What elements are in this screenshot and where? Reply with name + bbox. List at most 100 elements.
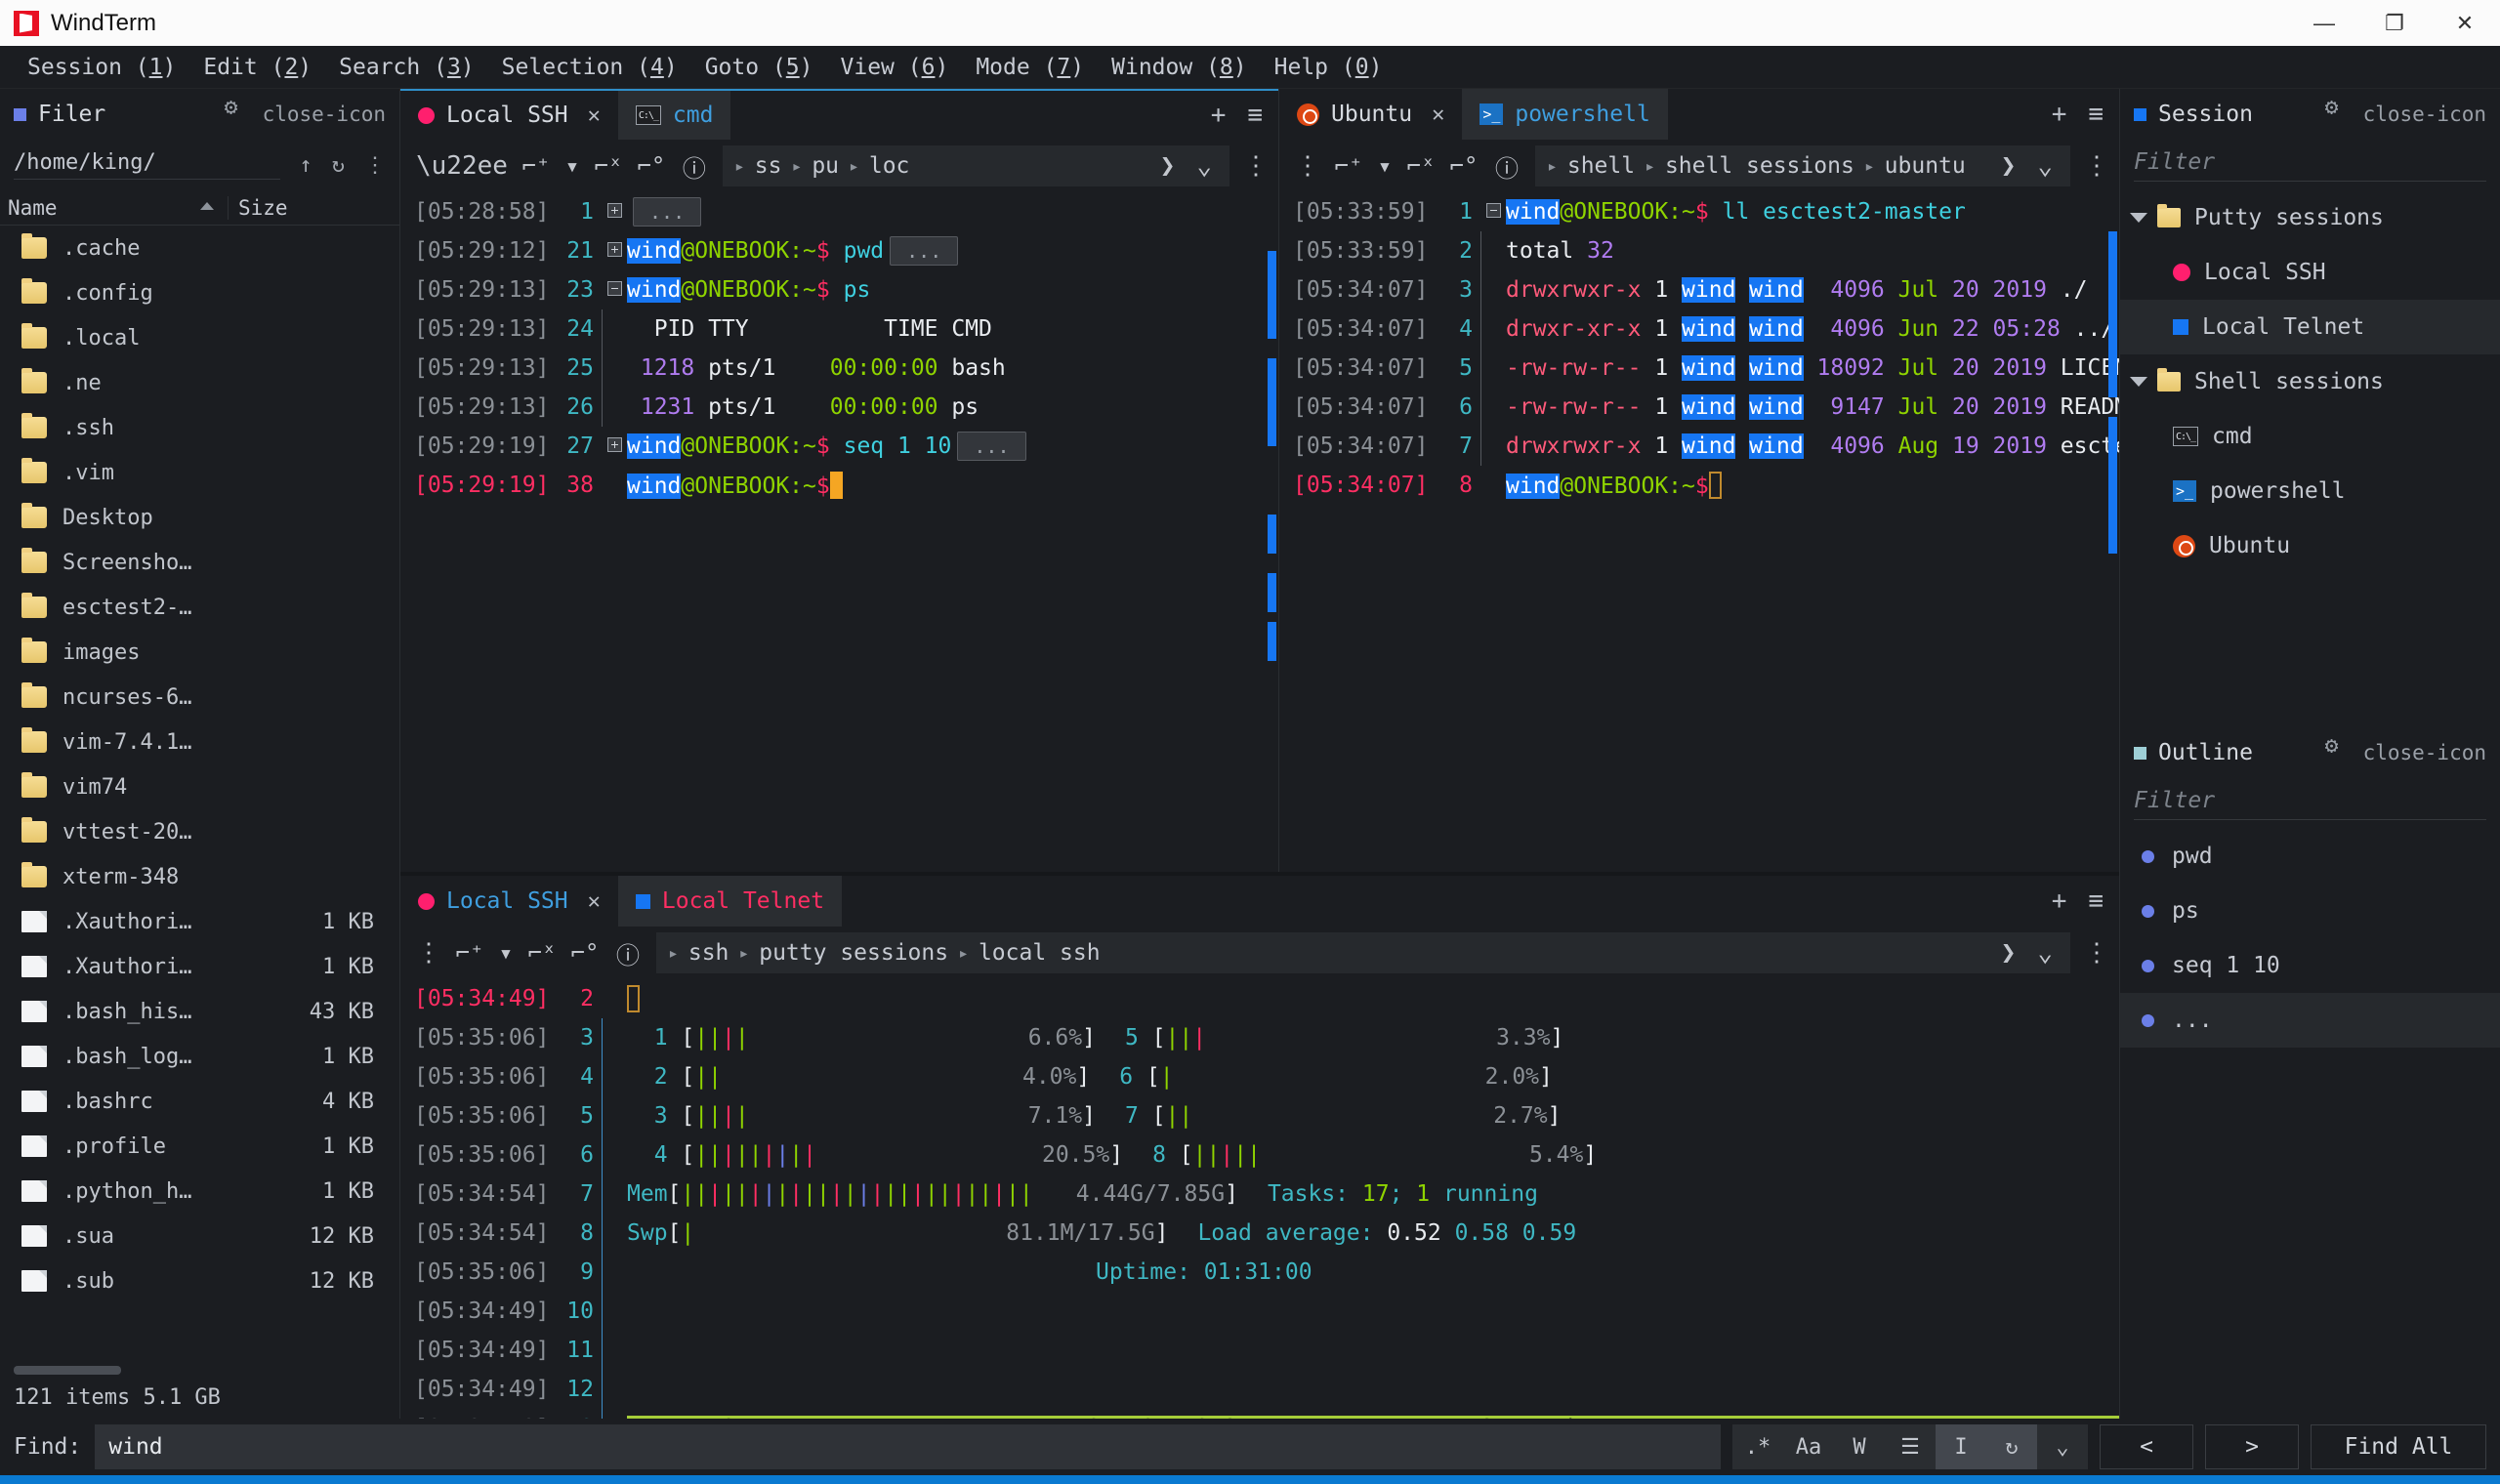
find-previous-button[interactable]: < (2100, 1424, 2193, 1469)
tab-menu-icon[interactable]: ≡ (1247, 101, 1263, 130)
new-tab-icon[interactable]: ⌐⁺ (455, 939, 484, 967)
gear-icon[interactable] (2325, 97, 2346, 121)
restore-tab-icon[interactable]: ⌐° (1449, 152, 1479, 180)
menu-goto[interactable]: Goto (5) (691, 55, 827, 80)
menu-help[interactable]: Help (0) (1261, 55, 1396, 80)
file-row[interactable]: .ne (0, 360, 399, 405)
minimize-button[interactable]: — (2289, 0, 2359, 46)
match-case-icon[interactable]: Aa (1783, 1424, 1834, 1469)
menu-window[interactable]: Window (8) (1098, 55, 1261, 80)
close-button[interactable]: ✕ (2430, 0, 2500, 46)
new-tab-icon[interactable]: ⌐⁺ (1334, 152, 1363, 180)
file-row[interactable]: .ssh (0, 405, 399, 450)
breadcrumb-item[interactable]: shell sessions (1665, 153, 1854, 179)
menu-search[interactable]: Search (3) (325, 55, 488, 80)
tab-local-ssh[interactable]: Local SSH ✕ (400, 91, 618, 140)
breadcrumb-item[interactable]: ss (755, 153, 782, 179)
restore-tab-icon[interactable]: ⌐° (570, 939, 600, 967)
outline-item[interactable]: ... (2120, 993, 2500, 1048)
file-row[interactable]: xterm-348 (0, 854, 399, 899)
outline-item[interactable]: ps (2120, 884, 2500, 938)
breadcrumb-item[interactable]: local ssh (979, 940, 1101, 966)
close-icon[interactable]: close-icon (2363, 103, 2486, 126)
tab-powershell[interactable]: >_ powershell (1462, 89, 1668, 140)
gear-icon[interactable] (225, 97, 245, 121)
filer-horizontal-scrollbar[interactable] (0, 1364, 399, 1376)
breadcrumb-expand-icon[interactable]: ❯ (1154, 151, 1182, 181)
tab-menu-icon[interactable]: ≡ (2088, 886, 2104, 916)
file-row[interactable]: .config (0, 270, 399, 315)
terminal-output-right[interactable]: [05:33:59] 1 wind@ONEBOOK:~$ ll esctest2… (1279, 192, 2119, 872)
session-item[interactable]: Ubuntu (2120, 518, 2500, 573)
fold-expand-icon[interactable] (606, 436, 622, 452)
file-row[interactable]: vttest-20… (0, 809, 399, 854)
collapsed-block[interactable]: ... (890, 236, 959, 266)
file-row[interactable]: .bash_his… 43 KB (0, 989, 399, 1034)
session-item[interactable]: >_ powershell (2120, 464, 2500, 518)
fold-collapse-icon[interactable] (1485, 202, 1501, 218)
file-row[interactable]: .cache (0, 226, 399, 270)
file-row[interactable]: ncurses-6… (0, 675, 399, 720)
breadcrumb-dropdown-icon[interactable]: ⌄ (1190, 151, 1218, 181)
outline-list[interactable]: pwd ps seq 1 10 ... (2120, 829, 2500, 1048)
file-row[interactable]: Desktop (0, 495, 399, 540)
find-all-button[interactable]: Find All (2311, 1424, 2486, 1469)
terminal-more-icon[interactable]: ⋮ (1243, 151, 1269, 181)
wrap-around-icon[interactable]: ↻ (1986, 1424, 2037, 1469)
tab-cmd[interactable]: C:\_ cmd (617, 91, 731, 140)
fold-collapse-icon[interactable] (606, 280, 622, 296)
incremental-icon[interactable]: I (1936, 1424, 1986, 1469)
breadcrumb-expand-icon[interactable]: ❯ (1995, 151, 2022, 181)
maximize-button[interactable]: ❐ (2359, 0, 2430, 46)
terminal-output-left[interactable]: [05:28:58] 1 ... [05:29:12] 21 wind@ONEB… (400, 192, 1278, 872)
fold-expand-icon[interactable] (606, 241, 622, 257)
tab-menu-icon[interactable]: ≡ (2088, 100, 2104, 129)
find-options-dropdown-icon[interactable]: ⌄ (2037, 1424, 2088, 1469)
breadcrumb-right[interactable]: ▸ shell ▸ shell sessions ▸ ubuntu ❯ ⌄ (1535, 145, 2070, 186)
breadcrumb-expand-icon[interactable]: ❯ (1995, 938, 2022, 968)
drag-handle-icon[interactable]: ⋮ (1295, 151, 1320, 181)
menu-session[interactable]: Session (1) (14, 55, 189, 80)
chevron-down-icon[interactable] (2130, 377, 2147, 387)
chevron-down-icon[interactable]: ▾ (498, 939, 514, 967)
close-icon[interactable]: close-icon (263, 103, 386, 126)
filer-file-list[interactable]: .cache .config .local .ne .ssh .vim Desk… (0, 226, 399, 1364)
session-item[interactable]: Local Telnet (2120, 300, 2500, 354)
menu-selection[interactable]: Selection (4) (488, 55, 691, 80)
tab-local-ssh-bottom[interactable]: Local SSH ✕ (400, 876, 618, 927)
session-group[interactable]: Shell sessions (2120, 354, 2500, 409)
add-tab-icon[interactable]: + (1211, 101, 1227, 130)
in-selection-icon[interactable]: ☰ (1885, 1424, 1936, 1469)
outline-item[interactable]: seq 1 10 (2120, 938, 2500, 993)
column-header-size[interactable]: Size (228, 195, 399, 220)
chevron-down-icon[interactable]: ▾ (564, 152, 580, 180)
breadcrumb-left[interactable]: ▸ ss ▸ pu ▸ loc ❯ ⌄ (722, 145, 1229, 186)
regex-icon[interactable]: .* (1732, 1424, 1783, 1469)
gear-icon[interactable] (2325, 735, 2346, 760)
file-row[interactable]: .sub 12 KB (0, 1258, 399, 1303)
breadcrumb-item[interactable]: shell (1567, 153, 1635, 179)
session-item[interactable]: C:\_ cmd (2120, 409, 2500, 464)
tab-close-icon[interactable]: ✕ (588, 103, 601, 128)
file-row[interactable]: .profile 1 KB (0, 1124, 399, 1169)
outline-item[interactable]: pwd (2120, 829, 2500, 884)
session-group[interactable]: Putty sessions (2120, 190, 2500, 245)
file-row[interactable]: .bashrc 4 KB (0, 1079, 399, 1124)
collapsed-block[interactable]: ... (957, 432, 1026, 461)
filer-path-input[interactable]: /home/king/ (14, 150, 280, 180)
breadcrumb-item[interactable]: putty sessions (759, 940, 948, 966)
file-row[interactable]: images (0, 630, 399, 675)
find-input[interactable]: wind (95, 1424, 1721, 1469)
terminal-output-bottom[interactable]: [05:34:49] 2 [05:35:06] 3 1 [|||| 6.6%] 5 … (400, 979, 2119, 1419)
tab-local-telnet[interactable]: Local Telnet (617, 876, 843, 927)
terminal-scrollbar[interactable] (1266, 192, 1278, 872)
breadcrumb-item[interactable]: pu (812, 153, 839, 179)
close-icon[interactable]: close-icon (2363, 741, 2486, 764)
session-item[interactable]: Local SSH (2120, 245, 2500, 300)
tab-close-icon[interactable]: ✕ (588, 889, 601, 914)
close-tab-icon[interactable]: ⌐ˣ (1406, 152, 1436, 180)
breadcrumb-item[interactable]: ssh (688, 940, 729, 966)
file-row[interactable]: .local (0, 315, 399, 360)
column-header-name[interactable]: Name (0, 196, 228, 220)
file-row[interactable]: .Xauthori… 1 KB (0, 944, 399, 989)
